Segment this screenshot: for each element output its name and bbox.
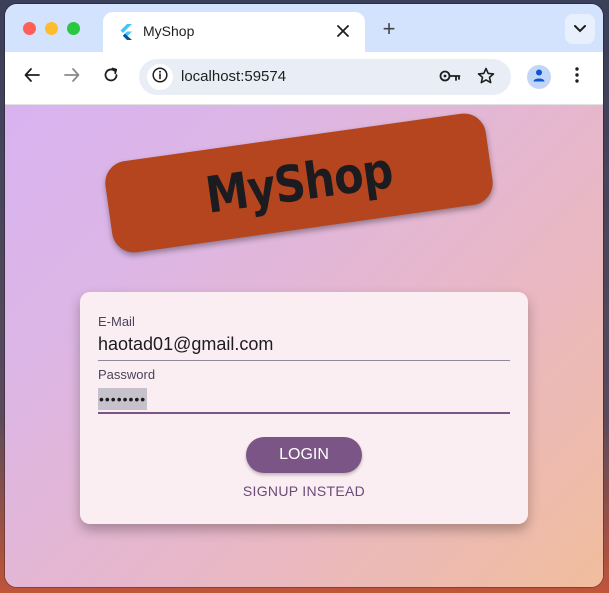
browser-window: MyShop + localhost:59574 MyShop E-Mail h… (5, 4, 603, 587)
password-field[interactable]: •••••••• (98, 388, 148, 410)
close-icon[interactable] (333, 21, 353, 41)
password-manager-button[interactable] (439, 67, 461, 89)
new-tab-button[interactable]: + (377, 18, 401, 42)
auth-card: E-Mail haotad01@gmail.com Password •••••… (80, 292, 528, 524)
password-label: Password (98, 367, 156, 382)
info-icon (152, 66, 168, 88)
arrow-left-icon (24, 67, 40, 88)
chevron-down-icon (574, 20, 586, 38)
bookmark-button[interactable] (475, 67, 497, 89)
forward-button[interactable] (59, 64, 85, 90)
browser-toolbar: localhost:59574 (5, 52, 603, 105)
email-underline (98, 360, 510, 361)
browser-menu-button[interactable] (567, 66, 587, 88)
back-button[interactable] (19, 64, 45, 90)
plus-icon: + (382, 16, 396, 41)
close-window-button[interactable] (23, 22, 36, 35)
site-info-button[interactable] (147, 64, 173, 90)
key-icon (439, 69, 461, 88)
tab-strip: MyShop + (5, 4, 603, 52)
zoom-window-button[interactable] (67, 22, 80, 35)
logo-banner: MyShop (102, 110, 496, 256)
password-underline (98, 412, 510, 414)
signup-instead-button[interactable]: SIGNUP INSTEAD (222, 483, 386, 499)
email-label: E-Mail (98, 314, 135, 329)
reload-icon (103, 67, 119, 88)
tab-search-button[interactable] (565, 14, 595, 44)
login-button[interactable]: LOGIN (246, 437, 362, 473)
person-icon (532, 68, 546, 87)
reload-button[interactable] (98, 64, 124, 90)
email-field[interactable]: haotad01@gmail.com (98, 334, 273, 355)
minimize-window-button[interactable] (45, 22, 58, 35)
profile-button[interactable] (527, 65, 551, 89)
tab-myshop[interactable]: MyShop (103, 12, 365, 52)
more-vert-icon (575, 66, 579, 88)
app-logo-text: MyShop (202, 141, 396, 225)
page-content: MyShop E-Mail haotad01@gmail.com Passwor… (5, 105, 603, 587)
star-icon (477, 67, 495, 90)
flutter-icon (119, 24, 133, 40)
url-text: localhost:59574 (181, 68, 287, 85)
address-bar[interactable]: localhost:59574 (139, 59, 511, 95)
tab-title: MyShop (143, 23, 195, 39)
arrow-right-icon (64, 67, 80, 88)
